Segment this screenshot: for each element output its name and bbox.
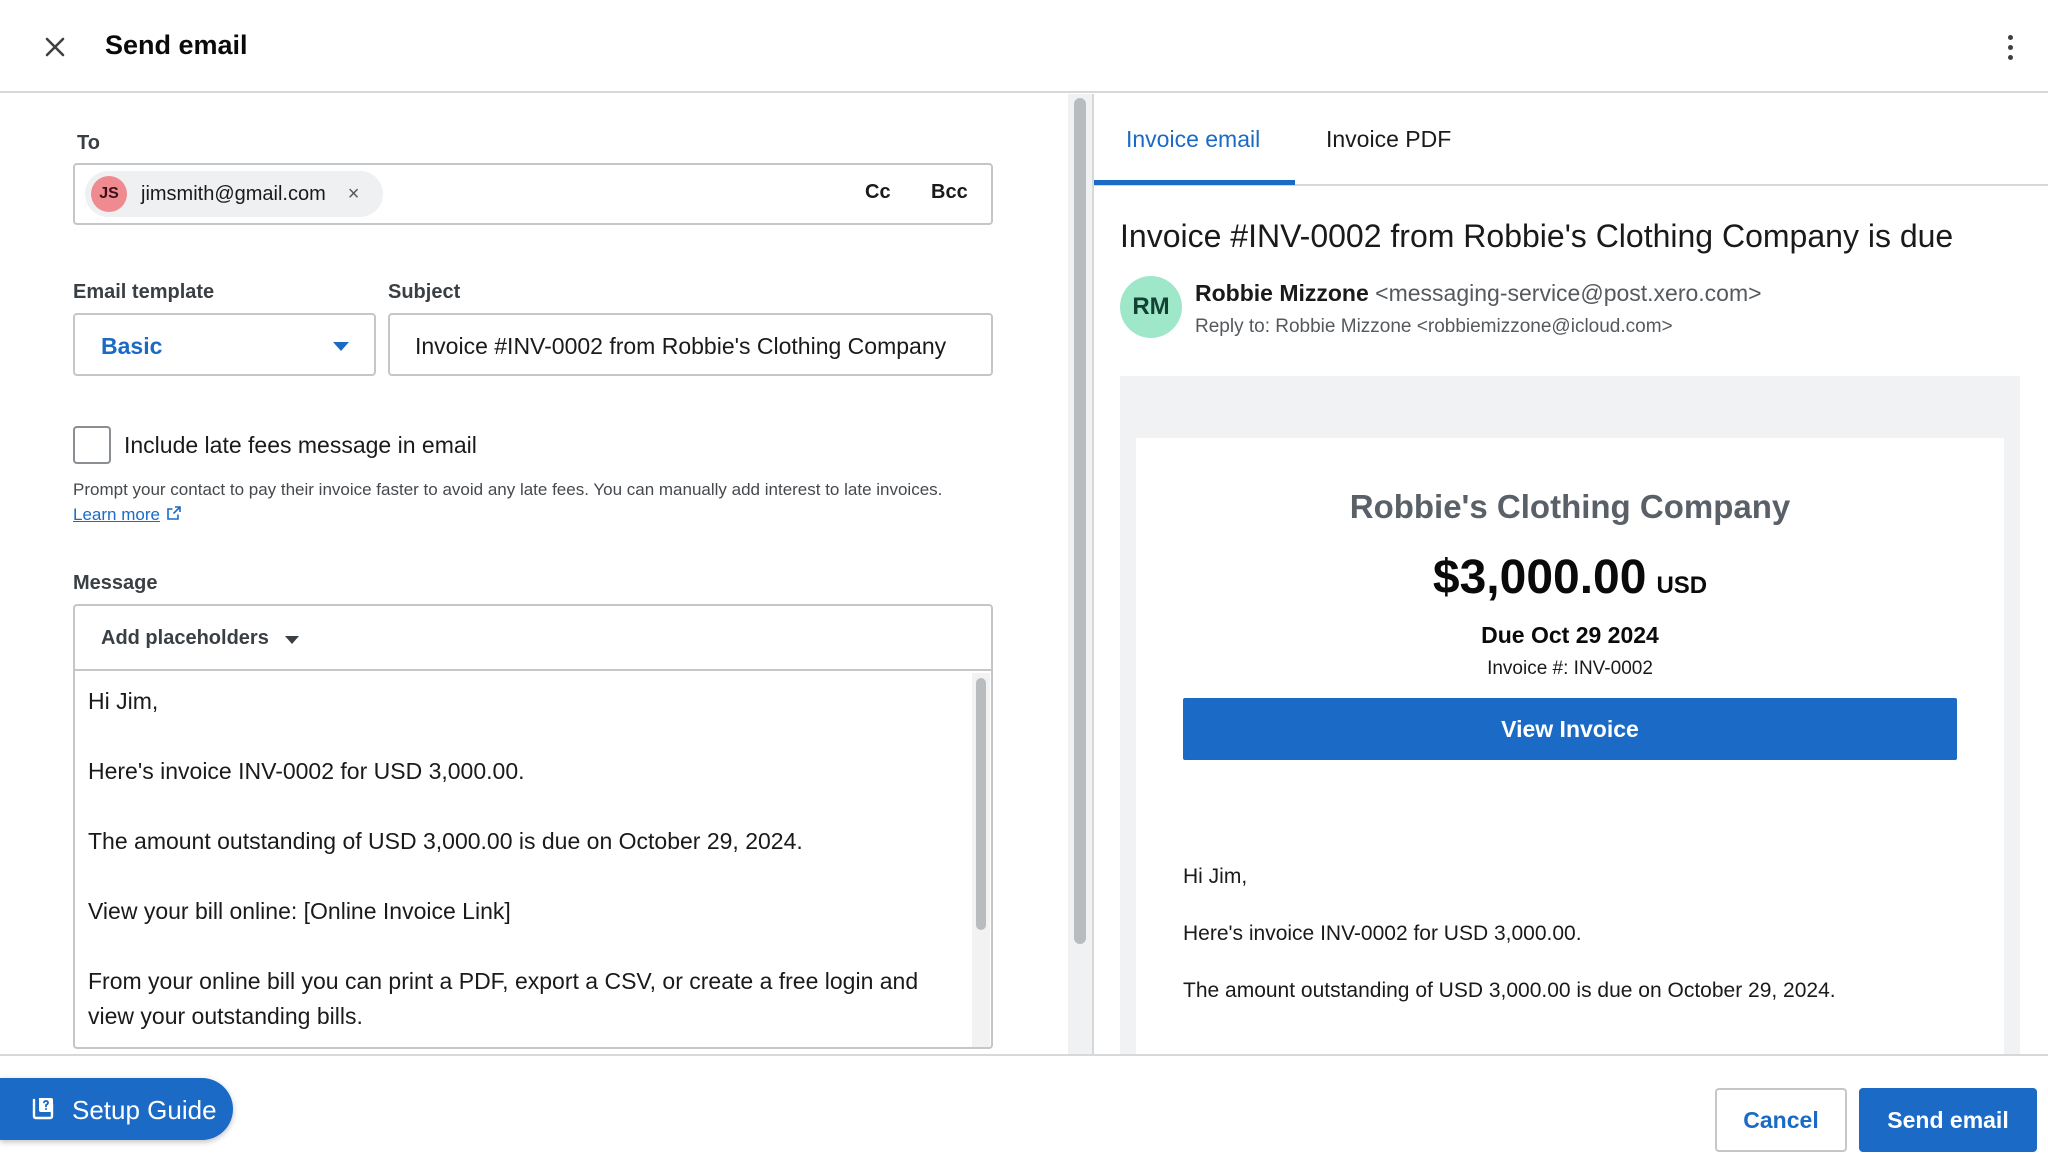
email-template-label: Email template xyxy=(73,281,215,303)
message-line: Hi Jim, xyxy=(88,688,159,714)
invoice-amount: $3,000.00 xyxy=(1432,551,1647,604)
preview-subject: Invoice #INV-0002 from Robbie's Clothing… xyxy=(1120,218,1954,254)
amount-row: $3,000.00 USD xyxy=(1136,550,2004,605)
message-line: The amount outstanding of USD 3,000.00 i… xyxy=(88,828,803,854)
message-textarea[interactable]: Hi Jim, Here's invoice INV-0002 for USD … xyxy=(88,684,968,1047)
reply-to: Reply to: Robbie Mizzone <robbiemizzone@… xyxy=(1195,316,1673,337)
caret-down-icon xyxy=(285,636,299,644)
late-fees-help-text: Prompt your contact to pay their invoice… xyxy=(73,480,943,499)
due-date: Due Oct 29 2024 xyxy=(1481,622,1659,648)
learn-more-link[interactable]: Learn more xyxy=(73,505,160,525)
avatar: RM xyxy=(1120,276,1182,338)
sender-name: Robbie Mizzone xyxy=(1195,280,1369,306)
email-preview-frame: Robbie's Clothing Company $3,000.00 USD D… xyxy=(1120,376,2020,1054)
preview-body: Hi Jim, Here's invoice INV-0002 for USD … xyxy=(1183,863,1963,1034)
subject-input[interactable]: Invoice #INV-0002 from Robbie's Clothing… xyxy=(388,313,993,376)
bcc-button[interactable]: Bcc xyxy=(931,181,968,204)
kebab-menu-icon xyxy=(2007,34,2013,40)
subject-value: Invoice #INV-0002 from Robbie's Clothing… xyxy=(415,333,947,359)
message-label: Message xyxy=(73,572,158,594)
preview-pane: Invoice email Invoice PDF Invoice #INV-0… xyxy=(1094,94,2048,1054)
close-icon xyxy=(45,37,65,57)
sender-address: <messaging-service@post.xero.com> xyxy=(1375,280,1762,306)
page-title: Send email xyxy=(105,30,248,60)
send-email-button[interactable]: Send email xyxy=(1859,1088,2037,1152)
recipient-email: jimsmith@gmail.com xyxy=(141,182,326,205)
subject-label: Subject xyxy=(388,281,461,303)
cc-button[interactable]: Cc xyxy=(865,181,891,204)
message-line: View your bill online: [Online Invoice L… xyxy=(88,898,511,924)
tab-invoice-pdf[interactable]: Invoice PDF xyxy=(1326,126,1451,153)
late-fees-checkbox[interactable] xyxy=(73,426,111,464)
external-link-icon xyxy=(167,506,181,520)
message-scroll-thumb[interactable] xyxy=(976,678,986,930)
avatar: JS xyxy=(91,176,127,212)
preview-line: Here's invoice INV-0002 for USD 3,000.00… xyxy=(1183,922,1582,945)
caret-down-icon xyxy=(333,342,349,351)
preview-line: The amount outstanding of USD 3,000.00 i… xyxy=(1183,979,1836,1002)
email-template-value: Basic xyxy=(101,333,163,359)
remove-recipient-icon[interactable]: × xyxy=(348,183,360,206)
message-editor: Add placeholders Hi Jim, Here's invoice … xyxy=(73,604,993,1049)
more-options-button[interactable] xyxy=(1996,28,2024,66)
recipient-chip[interactable]: JS jimsmith@gmail.com × xyxy=(85,171,383,217)
invoice-currency: USD xyxy=(1656,572,1708,599)
invoice-number: Invoice #: INV-0002 xyxy=(1487,658,1653,679)
message-line: Here's invoice INV-0002 for USD 3,000.00… xyxy=(88,758,525,784)
preview-tabs: Invoice email Invoice PDF xyxy=(1094,94,2048,186)
to-field[interactable]: JS jimsmith@gmail.com × Cc Bcc xyxy=(73,163,993,225)
add-placeholders-dropdown[interactable]: Add placeholders xyxy=(75,606,991,671)
add-placeholders-label: Add placeholders xyxy=(101,627,269,649)
view-invoice-button[interactable]: View Invoice xyxy=(1183,698,1957,760)
email-template-select[interactable]: Basic xyxy=(73,313,376,376)
close-button[interactable] xyxy=(36,28,74,66)
company-name: Robbie's Clothing Company xyxy=(1349,488,1791,525)
preview-line: Hi Jim, xyxy=(1183,865,1248,888)
tab-invoice-email[interactable]: Invoice email xyxy=(1126,126,1260,153)
message-line: From your online bill you can print a PD… xyxy=(88,968,919,1029)
guide-icon xyxy=(32,1098,54,1120)
active-tab-indicator xyxy=(1094,180,1295,185)
message-scrollbar[interactable] xyxy=(972,673,990,1047)
form-scroll-thumb[interactable] xyxy=(1074,98,1086,944)
sender-line: Robbie Mizzone <messaging-service@post.x… xyxy=(1195,280,1762,307)
form-scrollbar[interactable] xyxy=(1068,94,1092,1054)
email-form: To JS jimsmith@gmail.com × Cc Bcc Email … xyxy=(0,94,1068,1054)
modal-header: Send email xyxy=(0,0,2048,93)
email-preview-card: Robbie's Clothing Company $3,000.00 USD D… xyxy=(1136,438,2004,1054)
to-label: To xyxy=(77,132,100,154)
cancel-button[interactable]: Cancel xyxy=(1715,1088,1847,1152)
setup-guide-button[interactable]: Setup Guide xyxy=(0,1078,233,1140)
modal-footer: Setup Guide Cancel Send email xyxy=(0,1054,2048,1176)
late-fees-label[interactable]: Include late fees message in email xyxy=(124,432,477,459)
setup-guide-label: Setup Guide xyxy=(72,1095,217,1125)
